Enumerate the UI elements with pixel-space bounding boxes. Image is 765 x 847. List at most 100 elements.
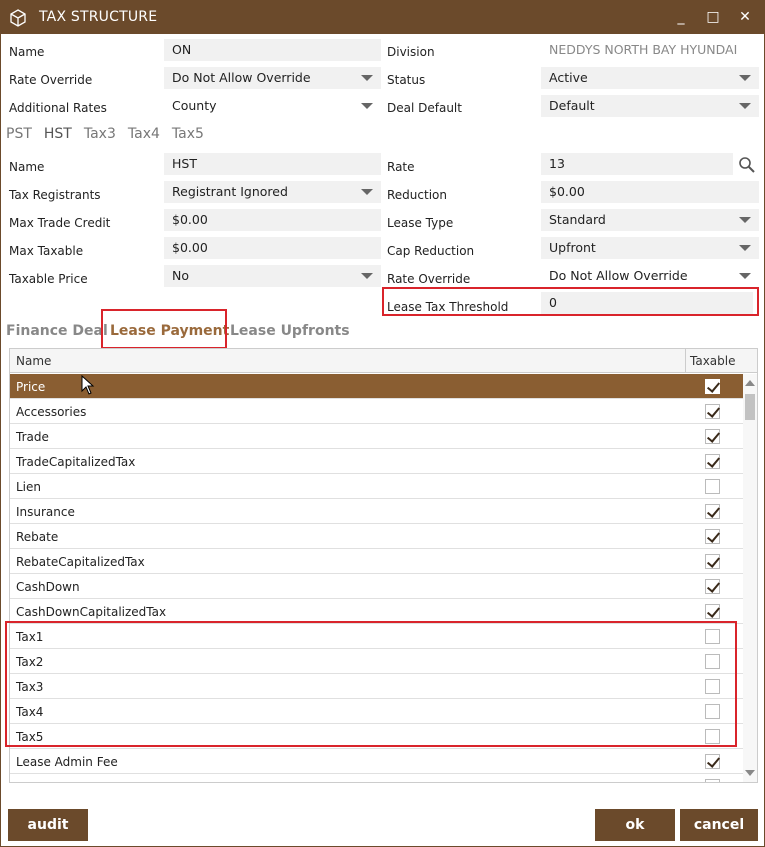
chevron-down-icon [739,75,751,81]
status-value: Active [549,70,588,85]
audit-button[interactable]: audit [8,809,88,841]
taxable-checkbox[interactable] [705,404,720,419]
lease-type-select[interactable]: Standard [541,209,759,231]
close-button[interactable]: ✕ [731,5,759,29]
taxable-checkbox[interactable] [705,554,720,569]
tax-registrants-label: Tax Registrants [9,188,101,202]
taxable-checkbox[interactable] [705,479,720,494]
tab-tax3[interactable]: Tax3 [84,126,116,142]
tax-tab-bar: PST HST Tax3 Tax4 Tax5 [6,126,216,142]
cancel-button[interactable]: cancel [680,809,758,841]
title-bar: TAX STRUCTURE _ □ ✕ [1,1,764,34]
row-name: Price [16,380,46,394]
tax-name-field[interactable]: HST [164,153,381,175]
tax-rate-override-value: Do Not Allow Override [549,268,688,283]
table-row[interactable]: Accessories [10,399,743,424]
ok-button[interactable]: ok [595,809,675,841]
max-trade-credit-field[interactable]: $0.00 [164,209,381,231]
max-taxable-field[interactable]: $0.00 [164,237,381,259]
search-icon[interactable] [738,156,756,174]
row-name: Rebate [16,530,59,544]
table-row[interactable]: RebateCapitalizedTax [10,549,743,574]
column-header-taxable[interactable]: Taxable [690,354,736,368]
taxable-checkbox[interactable] [705,779,720,782]
table-row[interactable]: Trade [10,424,743,449]
chevron-down-icon [739,273,751,279]
taxable-checkbox[interactable] [705,579,720,594]
tax-registrants-select[interactable]: Registrant Ignored [164,181,381,203]
row-name: Accessories [16,405,87,419]
table-row[interactable]: CashDown [10,574,743,599]
row-name: Lease Admin Fee [16,755,118,769]
rate-override-select[interactable]: Do Not Allow Override [164,67,381,89]
tab-pst[interactable]: PST [6,126,32,142]
table-row[interactable] [10,774,743,782]
taxable-checkbox[interactable] [705,529,720,544]
chevron-down-icon [361,75,373,81]
lease-tax-threshold-field[interactable]: 0 [541,292,753,314]
row-name: Lien [16,480,42,494]
status-select[interactable]: Active [541,67,759,89]
table-row[interactable]: TradeCapitalizedTax [10,449,743,474]
table-row[interactable]: Price [10,374,743,399]
row-name: CashDown [16,580,80,594]
max-trade-credit-label: Max Trade Credit [9,216,111,230]
taxable-checkbox[interactable] [705,504,720,519]
table-row[interactable]: Lien [10,474,743,499]
scroll-down-icon[interactable] [745,770,755,776]
tax-rate-override-label: Rate Override [387,272,471,286]
row-name: CashDownCapitalizedTax [16,605,167,619]
scroll-up-icon[interactable] [745,380,755,386]
taxable-checkbox[interactable] [705,454,720,469]
taxable-price-label: Taxable Price [9,272,88,286]
chevron-down-icon [361,273,373,279]
tax-name-label: Name [9,160,45,174]
taxable-checkbox[interactable] [705,429,720,444]
name-field[interactable]: ON [164,39,381,61]
row-name: RebateCapitalizedTax [16,555,145,569]
taxable-price-value: No [172,268,189,283]
deal-default-select[interactable]: Default [541,95,759,117]
chevron-down-icon [739,245,751,251]
additional-rates-value: County [172,98,217,113]
table-row[interactable]: Insurance [10,499,743,524]
tab-tax5[interactable]: Tax5 [172,126,204,142]
chevron-down-icon [361,189,373,195]
taxable-checkbox[interactable] [705,754,720,769]
taxable-checkbox[interactable] [705,604,720,619]
rate-label: Rate [387,160,415,174]
row-name: TradeCapitalizedTax [16,455,136,469]
tab-tax4[interactable]: Tax4 [128,126,160,142]
taxable-checkbox[interactable] [705,379,720,394]
cap-reduction-value: Upfront [549,240,596,255]
lease-type-label: Lease Type [387,216,454,230]
vertical-scrollbar[interactable] [743,374,757,782]
table-row[interactable]: Lease Admin Fee [10,749,743,774]
tax-rate-override-select[interactable]: Do Not Allow Override [541,265,759,287]
window-title: TAX STRUCTURE [39,9,158,25]
chevron-down-icon [361,103,373,109]
tax-structure-window: TAX STRUCTURE _ □ ✕ Name ON Division NED… [0,0,765,847]
additional-rates-label: Additional Rates [9,101,107,115]
additional-rates-select[interactable]: County [164,95,381,117]
tax-registrants-value: Registrant Ignored [172,184,288,199]
tab-finance-deal[interactable]: Finance Deal [6,323,108,339]
column-header-name[interactable]: Name [16,354,51,368]
rate-override-value: Do Not Allow Override [172,70,311,85]
tab-hst[interactable]: HST [44,126,72,142]
column-divider [685,349,686,373]
table-row[interactable]: Rebate [10,524,743,549]
minimize-button[interactable]: _ [667,5,695,29]
deal-default-label: Deal Default [387,101,462,115]
reduction-field[interactable]: $0.00 [541,181,759,203]
deal-default-value: Default [549,98,595,113]
cap-reduction-label: Cap Reduction [387,244,475,258]
division-field: NEDDYS NORTH BAY HYUNDAI [541,39,759,61]
tab-lease-upfronts[interactable]: Lease Upfronts [230,323,350,339]
reduction-label: Reduction [387,188,447,202]
scroll-thumb[interactable] [745,394,755,420]
rate-field[interactable]: 13 [541,153,733,175]
cap-reduction-select[interactable]: Upfront [541,237,759,259]
taxable-price-select[interactable]: No [164,265,381,287]
maximize-button[interactable]: □ [699,5,727,29]
